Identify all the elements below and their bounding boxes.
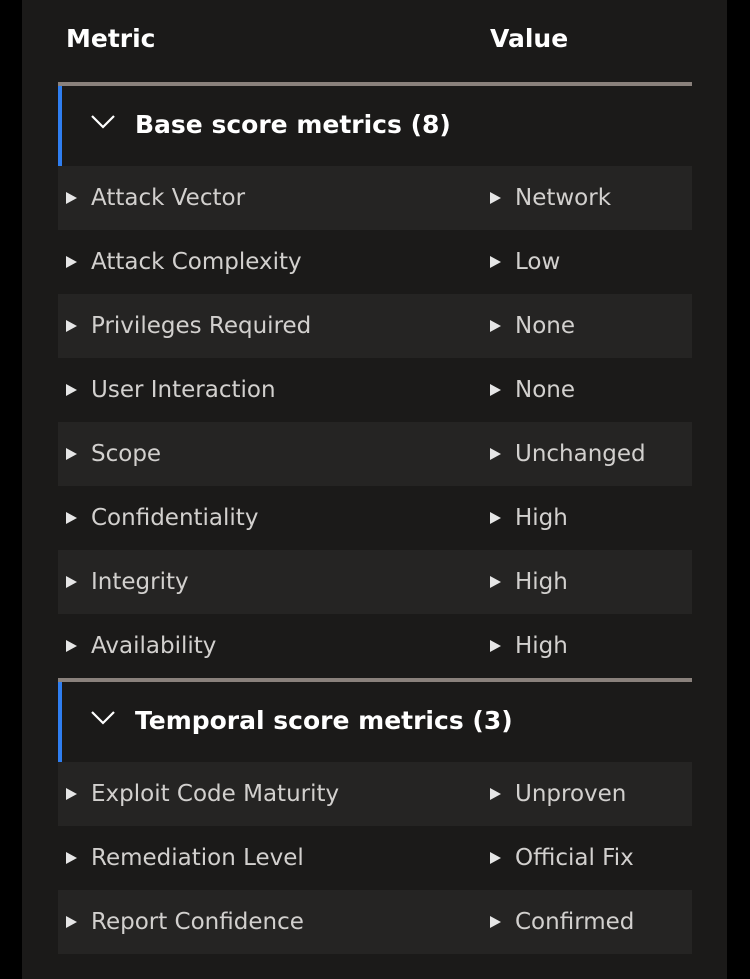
expand-triangle-icon[interactable]	[66, 256, 77, 268]
metric-value: Network	[515, 185, 612, 211]
table-row[interactable]: Attack Complexity Low	[58, 230, 692, 294]
table-row[interactable]: User Interaction None	[58, 358, 692, 422]
expand-triangle-icon[interactable]	[490, 320, 501, 332]
expand-triangle-icon[interactable]	[66, 448, 77, 460]
metric-value: Unchanged	[515, 441, 646, 467]
table-row[interactable]: Integrity High	[58, 550, 692, 614]
metric-name: User Interaction	[91, 377, 276, 403]
table-row[interactable]: Exploit Code Maturity Unproven	[58, 762, 692, 826]
chevron-down-icon[interactable]	[90, 114, 116, 130]
group-header-temporal-score[interactable]: Temporal score metrics (3)	[58, 682, 692, 762]
expand-triangle-icon[interactable]	[66, 384, 77, 396]
column-header-value[interactable]: Value	[490, 24, 568, 54]
expand-triangle-icon[interactable]	[66, 640, 77, 652]
table-row[interactable]: Report Confidence Confirmed	[58, 890, 692, 954]
metric-name: Attack Vector	[91, 185, 246, 211]
metric-value: None	[515, 313, 576, 339]
metric-value: Official Fix	[515, 845, 634, 871]
expand-triangle-icon[interactable]	[490, 448, 501, 460]
metric-value: Low	[515, 249, 561, 275]
expand-triangle-icon[interactable]	[490, 640, 501, 652]
metric-value: None	[515, 377, 576, 403]
metric-name: Attack Complexity	[91, 249, 302, 275]
expand-triangle-icon[interactable]	[66, 512, 77, 524]
metric-value: High	[515, 505, 568, 531]
group-title: Base score metrics (8)	[135, 110, 451, 139]
metric-name: Exploit Code Maturity	[91, 781, 340, 807]
metric-name: Integrity	[91, 569, 189, 595]
metric-name: Privileges Required	[91, 313, 312, 339]
expand-triangle-icon[interactable]	[490, 384, 501, 396]
metric-name: Scope	[91, 441, 162, 467]
metric-value: Confirmed	[515, 909, 635, 935]
expand-triangle-icon[interactable]	[66, 320, 77, 332]
cvss-metrics-panel: Metric Value Base score metrics (8) Atta…	[22, 0, 727, 979]
column-header-metric[interactable]: Metric	[66, 24, 156, 54]
metric-value: High	[515, 569, 568, 595]
expand-triangle-icon[interactable]	[66, 788, 77, 800]
group-title: Temporal score metrics (3)	[135, 706, 513, 735]
expand-triangle-icon[interactable]	[66, 576, 77, 588]
table-row[interactable]: Availability High	[58, 614, 692, 678]
table-row[interactable]: Attack Vector Network	[58, 166, 692, 230]
expand-triangle-icon[interactable]	[490, 576, 501, 588]
expand-triangle-icon[interactable]	[490, 916, 501, 928]
expand-triangle-icon[interactable]	[490, 512, 501, 524]
metric-name: Availability	[91, 633, 217, 659]
metric-name: Report Confidence	[91, 909, 304, 935]
table-row[interactable]: Remediation Level Official Fix	[58, 826, 692, 890]
table-row[interactable]: Scope Unchanged	[58, 422, 692, 486]
metric-value: Unproven	[515, 781, 627, 807]
expand-triangle-icon[interactable]	[66, 916, 77, 928]
metric-value: High	[515, 633, 568, 659]
table-row[interactable]: Privileges Required None	[58, 294, 692, 358]
expand-triangle-icon[interactable]	[490, 256, 501, 268]
chevron-down-icon[interactable]	[90, 710, 116, 726]
metrics-table: Metric Value Base score metrics (8) Atta…	[58, 0, 692, 954]
table-header: Metric Value	[58, 0, 692, 86]
metric-name: Confidentiality	[91, 505, 259, 531]
expand-triangle-icon[interactable]	[490, 192, 501, 204]
metric-name: Remediation Level	[91, 845, 304, 871]
table-row[interactable]: Confidentiality High	[58, 486, 692, 550]
expand-triangle-icon[interactable]	[490, 852, 501, 864]
expand-triangle-icon[interactable]	[66, 852, 77, 864]
group-header-base-score[interactable]: Base score metrics (8)	[58, 86, 692, 166]
expand-triangle-icon[interactable]	[490, 788, 501, 800]
expand-triangle-icon[interactable]	[66, 192, 77, 204]
